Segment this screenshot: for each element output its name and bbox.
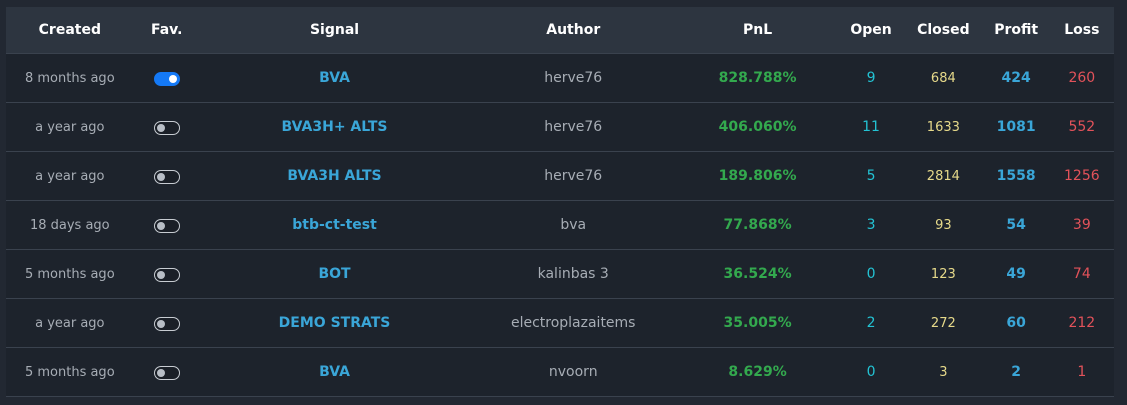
toggle-knob (168, 74, 177, 83)
header-closed[interactable]: Closed (904, 22, 982, 38)
author-cell: nvoorn (548, 364, 598, 380)
signal-link[interactable]: DEMO STRATS (200, 315, 469, 331)
open-cell: 0 (866, 364, 876, 380)
header-profit[interactable]: Profit (983, 22, 1050, 38)
closed-cell: 272 (930, 315, 956, 331)
open-cell: 11 (862, 119, 880, 135)
created-cell: a year ago (35, 315, 105, 331)
profit-cell: 424 (1001, 70, 1031, 86)
signal-link[interactable]: BVA3H ALTS (200, 168, 469, 184)
toggle-knob (156, 221, 165, 230)
loss-cell: 260 (1068, 70, 1096, 86)
header-open[interactable]: Open (838, 22, 904, 38)
closed-cell: 123 (930, 266, 956, 282)
loss-cell: 39 (1072, 217, 1091, 233)
toggle-knob (156, 123, 165, 132)
profit-cell: 1081 (996, 119, 1036, 135)
header-author[interactable]: Author (469, 22, 677, 38)
pnl-cell: 406.060% (718, 119, 797, 135)
pnl-cell: 36.524% (723, 266, 792, 282)
favorite-toggle[interactable] (153, 268, 180, 282)
table-row[interactable]: 8 months ago BVA herve76 828.788% 9 684 … (6, 54, 1114, 103)
toggle-knob (156, 319, 165, 328)
profit-cell: 2 (1011, 364, 1022, 380)
pnl-cell: 828.788% (718, 70, 797, 86)
table-body: 8 months ago BVA herve76 828.788% 9 684 … (6, 54, 1114, 397)
favorite-toggle[interactable] (153, 121, 180, 135)
profit-cell: 54 (1006, 217, 1026, 233)
loss-cell: 1256 (1064, 168, 1100, 184)
header-pnl[interactable]: PnL (677, 22, 838, 38)
loss-cell: 212 (1068, 315, 1096, 331)
created-cell: a year ago (35, 119, 105, 135)
table-row[interactable]: 18 days ago btb-ct-test bva 77.868% 3 93… (6, 201, 1114, 250)
closed-cell: 3 (939, 364, 948, 380)
header-created[interactable]: Created (6, 22, 134, 38)
fav-cell (134, 118, 200, 137)
signals-table: Created Fav. Signal Author PnL Open Clos… (6, 7, 1114, 397)
table-header: Created Fav. Signal Author PnL Open Clos… (6, 7, 1114, 54)
created-cell: 18 days ago (29, 217, 110, 233)
loss-cell: 552 (1068, 119, 1096, 135)
table-row[interactable]: 5 months ago BVA nvoorn 8.629% 0 3 2 1 (6, 348, 1114, 397)
open-cell: 5 (866, 168, 876, 184)
created-cell: 8 months ago (24, 70, 115, 86)
open-cell: 3 (866, 217, 876, 233)
fav-cell (134, 265, 200, 284)
created-cell: 5 months ago (24, 266, 115, 282)
signal-link[interactable]: btb-ct-test (200, 217, 469, 233)
table-row[interactable]: a year ago BVA3H+ ALTS herve76 406.060% … (6, 103, 1114, 152)
header-signal[interactable]: Signal (200, 22, 469, 38)
table-row[interactable]: 5 months ago BOT kalinbas 3 36.524% 0 12… (6, 250, 1114, 299)
table-row[interactable]: a year ago DEMO STRATS electroplazaitems… (6, 299, 1114, 348)
favorite-toggle[interactable] (153, 366, 180, 380)
open-cell: 0 (866, 266, 876, 282)
author-cell: bva (560, 217, 587, 233)
signal-link[interactable]: BVA (200, 70, 469, 86)
author-cell: kalinbas 3 (537, 266, 609, 282)
pnl-cell: 35.005% (723, 315, 792, 331)
fav-cell (134, 216, 200, 235)
created-cell: a year ago (35, 168, 105, 184)
fav-cell (134, 314, 200, 333)
author-cell: herve76 (544, 119, 603, 135)
loss-cell: 74 (1072, 266, 1091, 282)
favorite-toggle[interactable] (153, 317, 180, 331)
profit-cell: 60 (1006, 315, 1026, 331)
pnl-cell: 8.629% (728, 364, 787, 380)
header-loss[interactable]: Loss (1050, 22, 1114, 38)
closed-cell: 684 (930, 70, 956, 86)
created-cell: 5 months ago (24, 364, 115, 380)
open-cell: 2 (866, 315, 876, 331)
loss-cell: 1 (1077, 364, 1087, 380)
table-row[interactable]: a year ago BVA3H ALTS herve76 189.806% 5… (6, 152, 1114, 201)
toggle-knob (156, 172, 165, 181)
profit-cell: 49 (1006, 266, 1026, 282)
closed-cell: 2814 (926, 168, 960, 184)
header-fav[interactable]: Fav. (134, 22, 200, 38)
open-cell: 9 (866, 70, 876, 86)
favorite-toggle[interactable] (153, 219, 180, 233)
signal-link[interactable]: BVA (200, 364, 469, 380)
signal-link[interactable]: BOT (200, 266, 469, 282)
pnl-cell: 77.868% (723, 217, 792, 233)
pnl-cell: 189.806% (718, 168, 797, 184)
fav-cell (134, 363, 200, 382)
author-cell: herve76 (544, 168, 603, 184)
closed-cell: 1633 (926, 119, 960, 135)
favorite-toggle[interactable] (153, 170, 180, 184)
closed-cell: 93 (935, 217, 952, 233)
toggle-knob (156, 368, 165, 377)
signals-panel: Created Fav. Signal Author PnL Open Clos… (0, 0, 1127, 405)
toggle-knob (156, 270, 165, 279)
fav-cell (134, 167, 200, 186)
author-cell: herve76 (544, 70, 603, 86)
author-cell: electroplazaitems (510, 315, 636, 331)
signal-link[interactable]: BVA3H+ ALTS (200, 119, 469, 135)
profit-cell: 1558 (996, 168, 1036, 184)
fav-cell (134, 69, 200, 88)
favorite-toggle[interactable] (153, 72, 180, 86)
